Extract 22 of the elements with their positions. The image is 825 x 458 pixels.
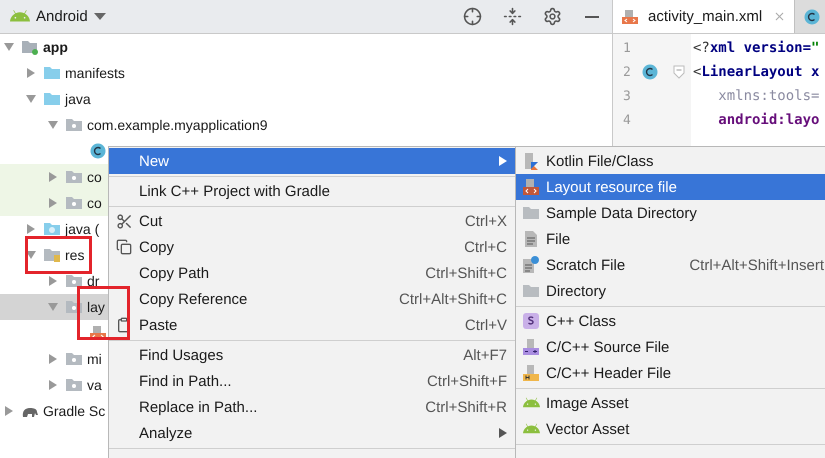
line-number: 4 [623,112,632,128]
tree-item-label: manifests [65,65,125,81]
line-number: 3 [623,88,632,104]
line-number: 1 [623,40,632,56]
code-line: xmlns:tools= [717,87,820,106]
code-line: <LinearLayout x [693,63,820,82]
tab-label: activity_main.xml [648,8,762,25]
line-number: 2 [623,64,632,80]
code-line: <?xml version=" [693,39,820,58]
tree-item-label: co [87,169,102,185]
tree-item-label: co [87,195,102,211]
tree-item-label: Gradle Sc [43,403,106,419]
tree-item-label: java ( [65,221,100,237]
tree-item-label: dr [87,273,100,289]
tree-item-label: res [65,247,84,263]
tree-item-label: app [43,39,68,55]
tree-item-label: mi [87,351,102,367]
tree-item-label: java [65,91,91,107]
tree-item-label: va [87,377,102,393]
code-line: android:layo [717,111,820,130]
tree-item-label: lay [87,299,105,315]
tree-item-label: com.example.myapplication9 [87,117,268,133]
